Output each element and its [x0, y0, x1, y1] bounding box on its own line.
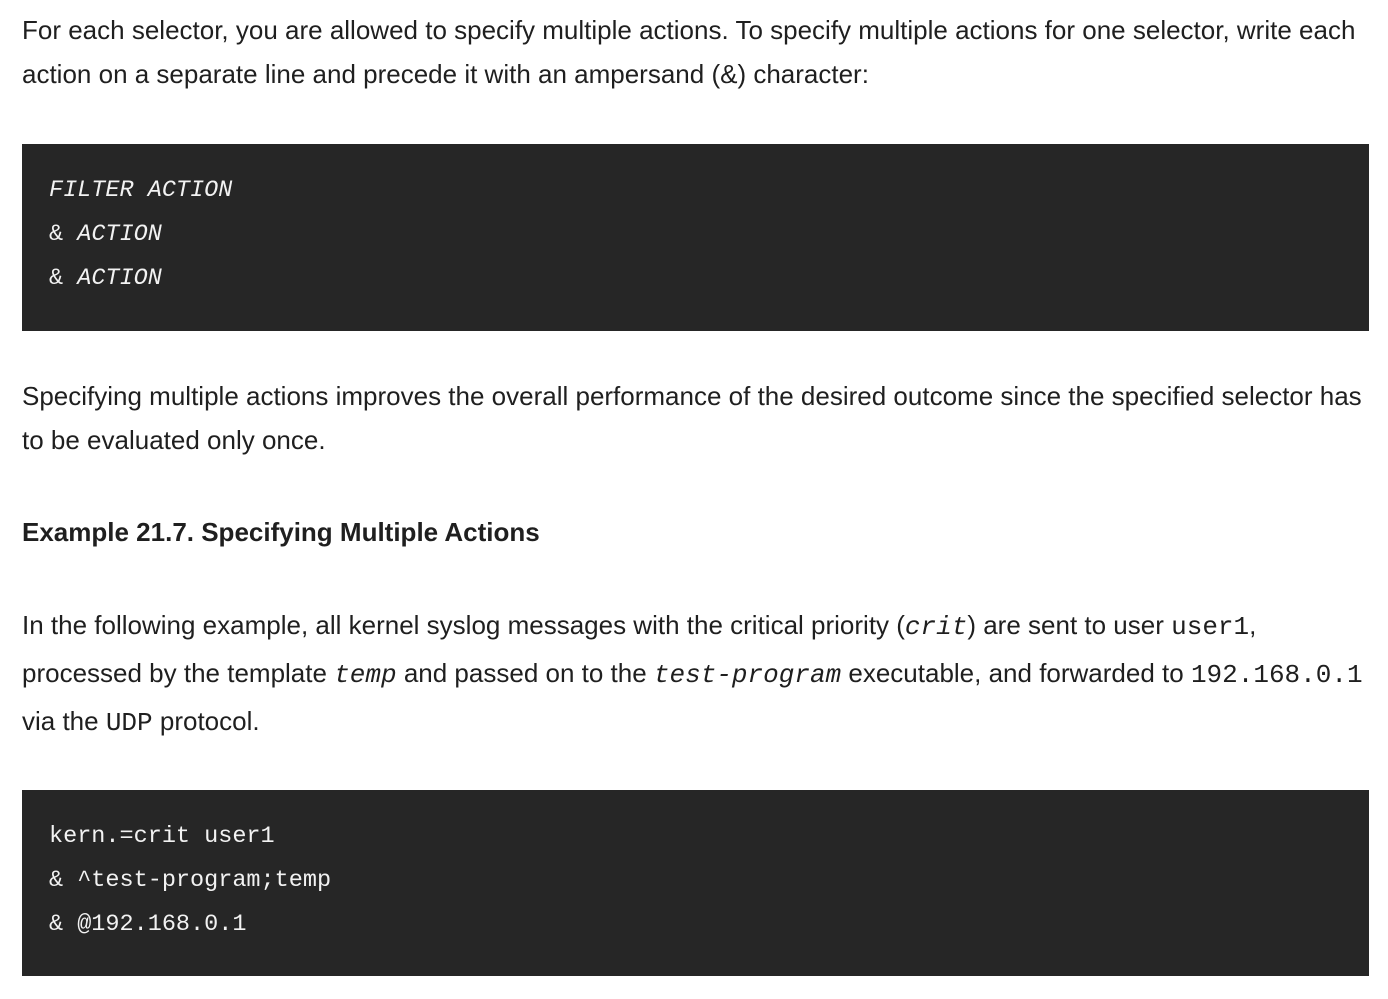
example-text: executable, and forwarded to [841, 658, 1191, 688]
ampersand: & [49, 221, 78, 248]
code-line: & @192.168.0.1 [49, 911, 247, 938]
code-line: & ACTION [49, 264, 162, 294]
inline-code: temp [334, 660, 397, 690]
inline-code: 192.168.0.1 [1190, 660, 1363, 690]
action-placeholder: ACTION [77, 221, 162, 248]
example-title: Example 21.7. Specifying Multiple Action… [22, 517, 540, 547]
intro-paragraph: For each selector, you are allowed to sp… [22, 15, 1356, 89]
example-text: and passed on to the [396, 658, 654, 688]
inline-code: user1 [1171, 612, 1250, 642]
example-paragraph: In the following example, all kernel sys… [22, 602, 1372, 746]
code-line: FILTER ACTION [49, 177, 233, 204]
action-placeholder: ACTION [77, 265, 162, 292]
syntax-code-block: FILTER ACTION & ACTION & ACTION [22, 144, 1369, 331]
document-page: For each selector, you are allowed to sp… [0, 0, 1388, 999]
inline-code: crit [904, 612, 968, 642]
code-line: & ACTION [49, 220, 162, 250]
example-code-block: kern.=crit user1 & ^test-program;temp & … [22, 790, 1369, 976]
code-line: kern.=crit user1 [49, 823, 275, 850]
inline-code: test-program [653, 660, 842, 690]
example-text: protocol. [152, 706, 260, 736]
example-text: via the [22, 706, 106, 736]
example-text: In the following example, all kernel sys… [22, 610, 905, 640]
example-text: ) are sent to user [967, 610, 1172, 640]
performance-paragraph: Specifying multiple actions improves the… [22, 381, 1362, 455]
code-line: & ^test-program;temp [49, 867, 332, 894]
inline-code: UDP [105, 708, 153, 738]
ampersand: & [49, 265, 78, 292]
